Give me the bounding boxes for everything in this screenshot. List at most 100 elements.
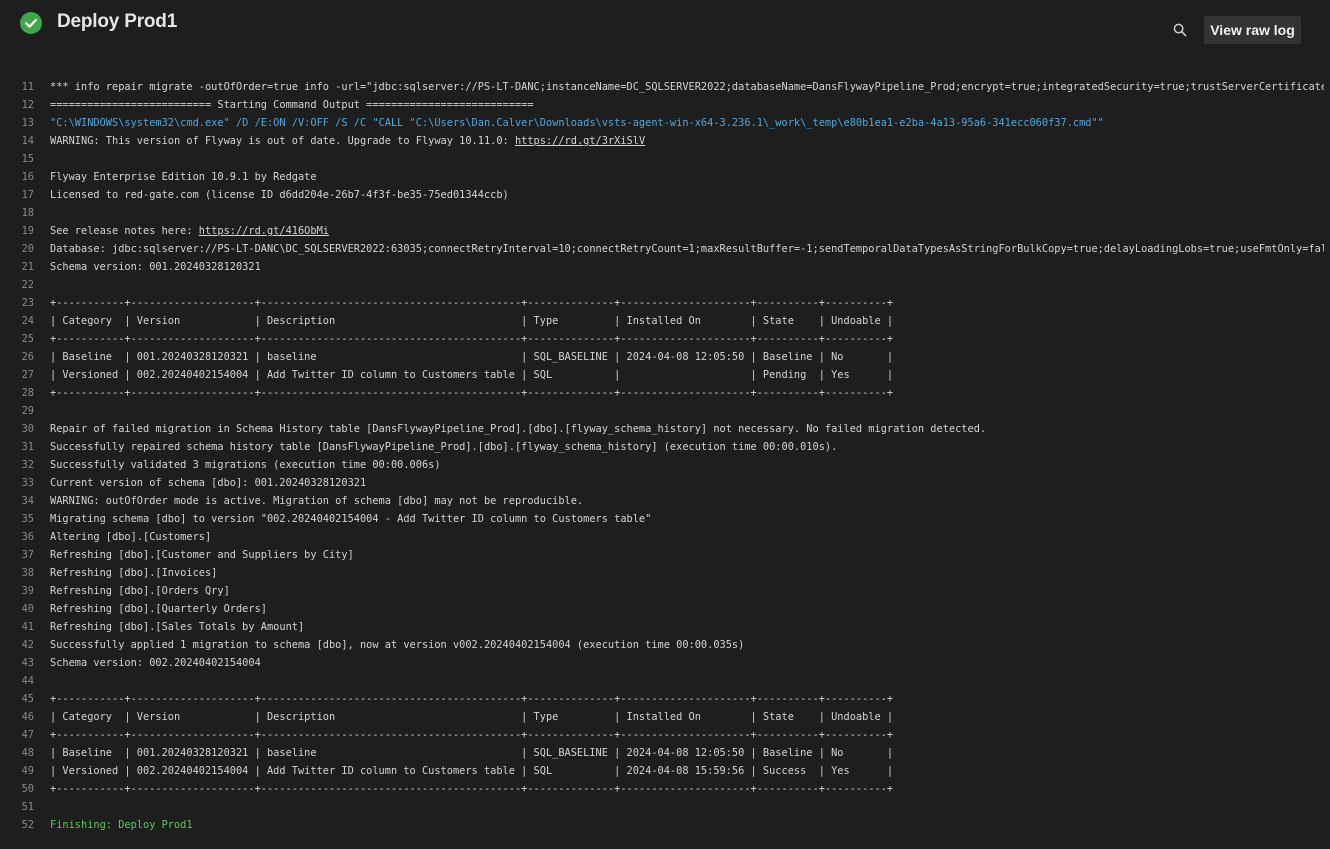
log-text: Schema version: 001.20240328120321 — [50, 261, 261, 273]
log-text: Database: jdbc:sqlserver://PS-LT-DANC\DC… — [50, 243, 1324, 255]
log-text: Altering [dbo].[Customers] — [50, 531, 212, 543]
line-number: 21 — [21, 261, 34, 273]
log-line: 22 — [0, 276, 1324, 294]
log-line: 34 WARNING: outOfOrder mode is active. Mi… — [0, 492, 1324, 510]
line-number: 18 — [21, 207, 34, 219]
line-number: 28 — [21, 387, 34, 399]
log-line: 18 — [0, 204, 1324, 222]
log-text: +-----------+--------------------+------… — [50, 387, 894, 399]
line-number: 30 — [21, 423, 34, 435]
line-number: 49 — [21, 765, 34, 777]
line-number: 43 — [21, 657, 34, 669]
line-number: 42 — [21, 639, 34, 651]
log-text: See release notes here: — [50, 225, 199, 237]
log-text: Refreshing [dbo].[Orders Qry] — [50, 585, 230, 597]
log-scrollbar[interactable] — [1324, 86, 1330, 849]
log-text: +-----------+--------------------+------… — [50, 297, 894, 309]
view-raw-log-button[interactable]: View raw log — [1204, 16, 1301, 44]
log-line: 35 Migrating schema [dbo] to version "002… — [0, 510, 1324, 528]
log-text: | Versioned | 002.20240402154004 | Add T… — [50, 369, 894, 381]
log-line: 13 "C:\WINDOWS\system32\cmd.exe" /D /E:ON… — [0, 114, 1324, 132]
log-text: Migrating schema [dbo] to version "002.2… — [50, 513, 652, 525]
log-line: 40 Refreshing [dbo].[Quarterly Orders] — [0, 600, 1324, 618]
log-text: Refreshing [dbo].[Quarterly Orders] — [50, 603, 267, 615]
line-number: 31 — [21, 441, 34, 453]
log-line: 48 | Baseline | 001.20240328120321 | base… — [0, 744, 1324, 762]
log-text: Flyway Enterprise Edition 10.9.1 by Redg… — [50, 171, 317, 183]
log-text: Current version of schema [dbo]: 001.202… — [50, 477, 367, 489]
line-number: 27 — [21, 369, 34, 381]
log-line: 44 — [0, 672, 1324, 690]
line-number: 39 — [21, 585, 34, 597]
line-number: 32 — [21, 459, 34, 471]
log-line: 25 +-----------+--------------------+----… — [0, 330, 1324, 348]
line-number: 34 — [21, 495, 34, 507]
line-number: 22 — [21, 279, 34, 291]
log-text: WARNING: outOfOrder mode is active. Migr… — [50, 495, 584, 507]
log-text: Finishing: Deploy Prod1 — [50, 819, 193, 831]
log-line: 47 +-----------+--------------------+----… — [0, 726, 1324, 744]
line-number: 29 — [21, 405, 34, 417]
log-line: 46 | Category | Version | Description | T… — [0, 708, 1324, 726]
line-number: 44 — [21, 675, 34, 687]
log-text: WARNING: This version of Flyway is out o… — [50, 135, 515, 147]
log-line: 43 Schema version: 002.20240402154004 — [0, 654, 1324, 672]
log-text: *** info repair migrate -outOfOrder=true… — [50, 81, 1324, 93]
log-line: 29 — [0, 402, 1324, 420]
log-line: 37 Refreshing [dbo].[Customer and Supplie… — [0, 546, 1324, 564]
line-number: 37 — [21, 549, 34, 561]
log-text: | Versioned | 002.20240402154004 | Add T… — [50, 765, 894, 777]
log-line: 45 +-----------+--------------------+----… — [0, 690, 1324, 708]
log-line: 31 Successfully repaired schema history t… — [0, 438, 1324, 456]
log-text: Refreshing [dbo].[Customer and Suppliers… — [50, 549, 354, 561]
search-icon[interactable] — [1170, 20, 1190, 40]
log-line: 32 Successfully validated 3 migrations (e… — [0, 456, 1324, 474]
line-number: 47 — [21, 729, 34, 741]
line-number: 14 — [21, 135, 34, 147]
log-line: 23 +-----------+--------------------+----… — [0, 294, 1324, 312]
log-line: 41 Refreshing [dbo].[Sales Totals by Amou… — [0, 618, 1324, 636]
log-line: 27 | Versioned | 002.20240402154004 | Add… — [0, 366, 1324, 384]
log-text: | Baseline | 001.20240328120321 | baseli… — [50, 747, 894, 759]
line-number: 13 — [21, 117, 34, 129]
log-link[interactable]: https://rd.gt/416ObMi — [199, 225, 329, 237]
log-line: 20 Database: jdbc:sqlserver://PS-LT-DANC\… — [0, 240, 1324, 258]
line-number: 17 — [21, 189, 34, 201]
log-text: Schema version: 002.20240402154004 — [50, 657, 261, 669]
log-line: 42 Successfully applied 1 migration to sc… — [0, 636, 1324, 654]
log-text: | Baseline | 001.20240328120321 | baseli… — [50, 351, 894, 363]
log-line: 33 Current version of schema [dbo]: 001.2… — [0, 474, 1324, 492]
log-line: 16 Flyway Enterprise Edition 10.9.1 by Re… — [0, 168, 1324, 186]
line-number: 50 — [21, 783, 34, 795]
log-line: 26 | Baseline | 001.20240328120321 | base… — [0, 348, 1324, 366]
log-line: 49 | Versioned | 002.20240402154004 | Add… — [0, 762, 1324, 780]
line-number: 11 — [21, 81, 34, 93]
log-line: 14 WARNING: This version of Flyway is out… — [0, 132, 1324, 150]
line-number: 35 — [21, 513, 34, 525]
log-line: 51 — [0, 798, 1324, 816]
scrollbar-track — [1324, 86, 1330, 849]
line-number: 15 — [21, 153, 34, 165]
line-number: 46 — [21, 711, 34, 723]
line-number: 36 — [21, 531, 34, 543]
page-title: Deploy Prod1 — [57, 11, 178, 32]
check-circle-icon — [20, 12, 42, 34]
line-number: 45 — [21, 693, 34, 705]
line-number: 26 — [21, 351, 34, 363]
log-line: 38 Refreshing [dbo].[Invoices] — [0, 564, 1324, 582]
line-number: 12 — [21, 99, 34, 111]
log-text: Refreshing [dbo].[Invoices] — [50, 567, 218, 579]
log-line: 15 — [0, 150, 1324, 168]
log-line: 36 Altering [dbo].[Customers] — [0, 528, 1324, 546]
log-link[interactable]: https://rd.gt/3rXiSlV — [515, 135, 645, 147]
log-line: 21 Schema version: 001.20240328120321 — [0, 258, 1324, 276]
log-line: 30 Repair of failed migration in Schema H… — [0, 420, 1324, 438]
line-number: 51 — [21, 801, 34, 813]
line-number: 33 — [21, 477, 34, 489]
log-text: +-----------+--------------------+------… — [50, 693, 894, 705]
line-number: 38 — [21, 567, 34, 579]
line-number: 48 — [21, 747, 34, 759]
log-text: +-----------+--------------------+------… — [50, 333, 894, 345]
line-number: 41 — [21, 621, 34, 633]
line-number: 19 — [21, 225, 34, 237]
